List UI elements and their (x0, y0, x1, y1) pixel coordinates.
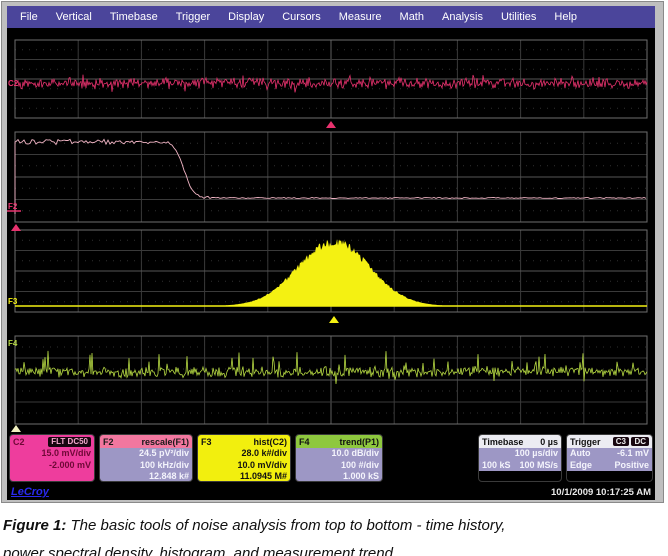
menu-item-measure[interactable]: Measure (330, 11, 391, 23)
figure-caption: Figure 1: The basic tools of noise analy… (0, 504, 668, 556)
timebase-delay: 0 µs (540, 437, 558, 447)
f2-points: 12.848 k# (100, 471, 192, 482)
f4-origin-marker[interactable] (11, 425, 21, 432)
f2-function: rescale(F1) (141, 437, 189, 447)
f3-vertical-scale: 28.0 k#/div (198, 448, 290, 460)
timebase-descriptor[interactable]: Timebase 0 µs 100 µs/div 100 kS 100 MS/s (478, 434, 562, 482)
figure-caption-label: Figure 1: (3, 517, 66, 534)
trace-label-f3: F3 (8, 297, 18, 306)
f4-label: F4 (299, 437, 310, 447)
f3-label: F3 (201, 437, 212, 447)
trigger-mode: Auto (570, 448, 591, 460)
f4-length: 1.000 kS (296, 471, 382, 482)
menu-item-timebase[interactable]: Timebase (101, 11, 167, 23)
bottom-strip: LeCroy 10/1/2009 10:17:25 AM (7, 484, 655, 500)
descriptor-row: C2 FLT DC50 15.0 mV/div -2.000 mV F2 res… (7, 432, 655, 484)
c2-vertical-scale: 15.0 mV/div (10, 448, 94, 460)
timebase-title: Timebase (482, 437, 523, 447)
f2-horizontal-scale: 100 kHz/div (100, 460, 192, 472)
trigger-descriptor[interactable]: Trigger C3 DC Auto -6.1 mV Edge Positive (566, 434, 653, 482)
trace-f3-descriptor[interactable]: F3 hist(C2) 28.0 k#/div 10.0 mV/div 11.0… (197, 434, 291, 482)
figure-frame: File Vertical Timebase Trigger Display C… (1, 1, 664, 503)
timebase-samplerate: 100 MS/s (519, 460, 558, 472)
c2-coupling-badge: FLT DC50 (48, 437, 91, 447)
trace-label-c2: C2 (8, 79, 19, 88)
menu-item-math[interactable]: Math (391, 11, 433, 23)
timestamp: 10/1/2009 10:17:25 AM (551, 487, 651, 498)
waveform-display[interactable]: C2 F2 F3 F4 (7, 28, 655, 432)
figure-caption-line1: The basic tools of noise analysis from t… (71, 517, 506, 534)
c2-label: C2 (13, 437, 25, 447)
f4-horizontal-scale: 100 #/div (296, 460, 382, 472)
channel-c2-descriptor[interactable]: C2 FLT DC50 15.0 mV/div -2.000 mV (9, 434, 95, 482)
f2-origin-marker[interactable] (11, 224, 21, 231)
f2-label: F2 (103, 437, 114, 447)
f4-vertical-scale: 10.0 dB/div (296, 448, 382, 460)
oscilloscope-screen: File Vertical Timebase Trigger Display C… (7, 6, 655, 500)
trigger-slope: Positive (614, 460, 649, 472)
f3-function: hist(C2) (254, 437, 288, 447)
c2-offset: -2.000 mV (10, 460, 94, 472)
menu-item-file[interactable]: File (11, 11, 47, 23)
trigger-position-marker[interactable] (326, 121, 336, 128)
histogram-center-marker[interactable] (329, 316, 339, 323)
menu-item-display[interactable]: Display (219, 11, 273, 23)
menu-item-utilities[interactable]: Utilities (492, 11, 545, 23)
f4-function: trend(P1) (339, 437, 379, 447)
menu-item-analysis[interactable]: Analysis (433, 11, 492, 23)
timebase-scale: 100 µs/div (515, 448, 558, 460)
trigger-source-badge: C3 (613, 437, 629, 446)
lecroy-logo: LeCroy (11, 486, 49, 498)
menu-item-help[interactable]: Help (545, 11, 586, 23)
menu-bar: File Vertical Timebase Trigger Display C… (7, 6, 655, 28)
f3-horizontal-scale: 10.0 mV/div (198, 460, 290, 472)
trigger-title: Trigger (570, 437, 601, 447)
trace-f4-descriptor[interactable]: F4 trend(P1) 10.0 dB/div 100 #/div 1.000… (295, 434, 383, 482)
trace-label-f4: F4 (8, 339, 18, 348)
f2-vertical-scale: 24.5 pV²/div (100, 448, 192, 460)
menu-item-cursors[interactable]: Cursors (273, 11, 330, 23)
timebase-samples: 100 kS (482, 460, 511, 472)
trace-label-f2: F2 (8, 202, 18, 211)
waveform-grids: C2 F2 F3 F4 (7, 28, 655, 432)
trigger-level: -6.1 mV (617, 448, 649, 460)
f3-population: 11.0945 M# (198, 471, 290, 482)
trace-f2-descriptor[interactable]: F2 rescale(F1) 24.5 pV²/div 100 kHz/div … (99, 434, 193, 482)
menu-item-trigger[interactable]: Trigger (167, 11, 219, 23)
trigger-type: Edge (570, 460, 592, 472)
trigger-coupling-badge: DC (631, 437, 649, 446)
menu-item-vertical[interactable]: Vertical (47, 11, 101, 23)
figure-caption-line2: power spectral density, histogram, and m… (3, 545, 393, 556)
